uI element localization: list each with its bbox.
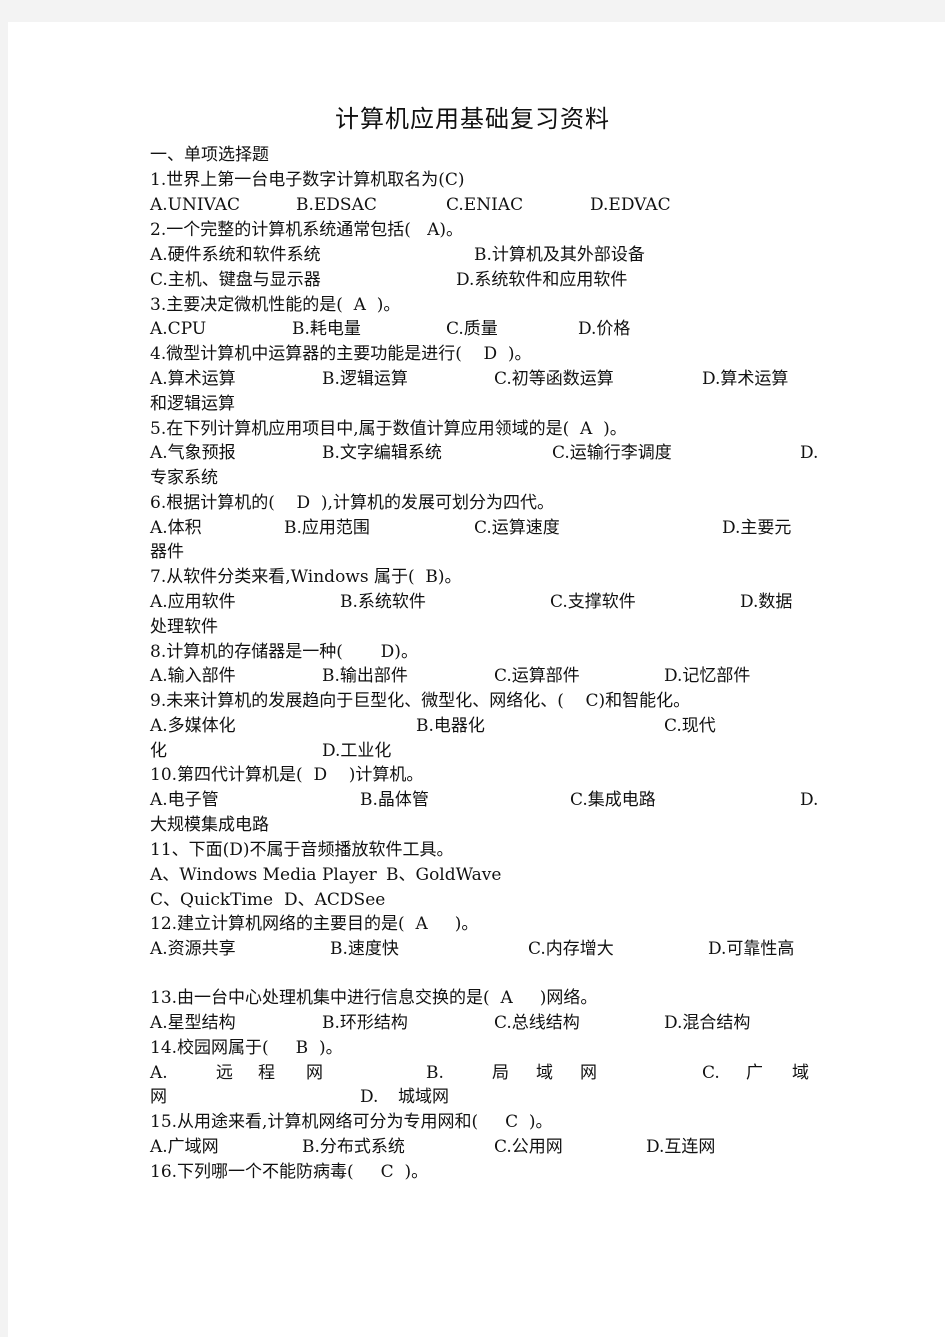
option-d-label: D. [360, 1087, 379, 1107]
option-b: B、GoldWave [386, 865, 502, 885]
option-a-char: 远 [216, 1063, 233, 1083]
option-a: A.硬件系统和软件系统 [150, 245, 321, 265]
option-b-char: 域 [536, 1063, 553, 1083]
question-stem: 15.从用途来看,计算机网络可分为专用网和( C )。 [150, 1112, 553, 1132]
option-d: D.记忆部件 [664, 666, 751, 686]
option-continuation: 网 [150, 1087, 167, 1107]
option-c: C、QuickTime [150, 890, 274, 910]
option-b: B.文字编辑系统 [322, 443, 442, 463]
question-stem: 4.微型计算机中运算器的主要功能是进行( D )。 [150, 344, 532, 364]
question-stem: 1.世界上第一台电子数字计算机取名为(C) [150, 170, 465, 190]
option-b: B.电器化 [416, 716, 485, 736]
option-c: C.集成电路 [570, 790, 656, 810]
option-a: A.广域网 [150, 1137, 219, 1157]
option-a: A.UNIVAC [150, 195, 241, 215]
option-a: A.输入部件 [150, 666, 236, 686]
question-stem: 3.主要决定微机性能的是( A )。 [150, 295, 401, 315]
option-d: 城域网 [398, 1087, 449, 1107]
option-d: D. [800, 443, 819, 463]
option-d: D.EDVAC [590, 195, 671, 215]
option-a-char: 网 [306, 1063, 323, 1083]
option-c-label: C. [702, 1063, 720, 1083]
option-continuation: 大规模集成电路 [150, 815, 269, 835]
question-stem: 12.建立计算机网络的主要目的是( A )。 [150, 914, 479, 934]
option-b: B.耗电量 [292, 319, 361, 339]
question-stem: 2.一个完整的计算机系统通常包括( A)。 [150, 220, 463, 240]
option-b: B.逻辑运算 [322, 369, 408, 389]
option-d: D.价格 [578, 319, 631, 339]
question-stem: 16.下列哪一个不能防病毒( C )。 [150, 1162, 429, 1182]
option-b-char: 局 [492, 1063, 509, 1083]
option-a-char: 程 [258, 1063, 275, 1083]
option-c: C.公用网 [494, 1137, 563, 1157]
option-a: A.气象预报 [150, 443, 236, 463]
question-stem: 14.校园网属于( B )。 [150, 1038, 343, 1058]
option-continuation: 化 [150, 741, 167, 761]
question-stem: 13.由一台中心处理机集中进行信息交换的是( A )网络。 [150, 988, 598, 1008]
option-c: C.主机、键盘与显示器 [150, 270, 321, 290]
question-stem: 9.未来计算机的发展趋向于巨型化、微型化、网络化、( C)和智能化。 [150, 691, 691, 711]
option-d: D.可靠性高 [708, 939, 795, 959]
option-d: D.数据 [740, 592, 793, 612]
option-b: B.EDSAC [296, 195, 377, 215]
option-d: D. [800, 790, 819, 810]
option-a: A.多媒体化 [150, 716, 236, 736]
option-a: A.体积 [150, 518, 202, 538]
option-a: A.算术运算 [150, 369, 236, 389]
option-c: C.内存增大 [528, 939, 614, 959]
option-c-char: 域 [792, 1063, 809, 1083]
option-b: B.输出部件 [322, 666, 408, 686]
question-stem: 5.在下列计算机应用项目中,属于数值计算应用领域的是( A )。 [150, 419, 627, 439]
option-d: D.互连网 [646, 1137, 716, 1157]
option-b: B.分布式系统 [302, 1137, 405, 1157]
option-b-label: B. [426, 1063, 444, 1083]
option-c: C.质量 [446, 319, 498, 339]
option-c-char: 广 [746, 1063, 763, 1083]
option-b-char: 网 [580, 1063, 597, 1083]
question-stem: 10.第四代计算机是( D )计算机。 [150, 765, 424, 785]
option-c: C.ENIAC [446, 195, 524, 215]
option-c: C.支撑软件 [550, 592, 636, 612]
option-a: A.应用软件 [150, 592, 236, 612]
option-d: D.混合结构 [664, 1013, 751, 1033]
option-c: C.总线结构 [494, 1013, 580, 1033]
document-page [8, 22, 945, 1337]
question-stem: 11、下面(D)不属于音频播放软件工具。 [150, 840, 454, 860]
option-b: B.晶体管 [360, 790, 429, 810]
section-heading: 一、单项选择题 [150, 145, 269, 165]
question-stem: 7.从软件分类来看,Windows 属于( B)。 [150, 567, 462, 587]
option-b: B.计算机及其外部设备 [474, 245, 645, 265]
option-d: D.主要元 [722, 518, 792, 538]
option-continuation: 处理软件 [150, 617, 218, 637]
option-c: C.运算速度 [474, 518, 560, 538]
option-continuation: 专家系统 [150, 468, 218, 488]
option-b: B.速度快 [330, 939, 399, 959]
question-stem: 8.计算机的存储器是一种( D)。 [150, 642, 418, 662]
option-continuation: 器件 [150, 542, 184, 562]
option-a: A.资源共享 [150, 939, 236, 959]
option-c: C.运算部件 [494, 666, 580, 686]
option-b: B.环形结构 [322, 1013, 408, 1033]
option-a: A、Windows Media Player [150, 865, 377, 885]
option-d: D.工业化 [322, 741, 392, 761]
option-a: A.电子管 [150, 790, 219, 810]
option-c: C.运输行李调度 [552, 443, 672, 463]
question-stem: 6.根据计算机的( D ),计算机的发展可划分为四代。 [150, 493, 554, 513]
option-d: D.系统软件和应用软件 [456, 270, 628, 290]
option-a: A.星型结构 [150, 1013, 236, 1033]
option-a: A.CPU [150, 319, 207, 339]
document-title: 计算机应用基础复习资料 [335, 105, 610, 133]
option-c: C.现代 [664, 716, 716, 736]
option-d: D、ACDSee [284, 890, 386, 910]
option-a-label: A. [150, 1063, 168, 1083]
option-continuation: 和逻辑运算 [150, 394, 235, 414]
option-c: C.初等函数运算 [494, 369, 614, 389]
option-b: B.应用范围 [284, 518, 370, 538]
option-d: D.算术运算 [702, 369, 789, 389]
option-b: B.系统软件 [340, 592, 426, 612]
